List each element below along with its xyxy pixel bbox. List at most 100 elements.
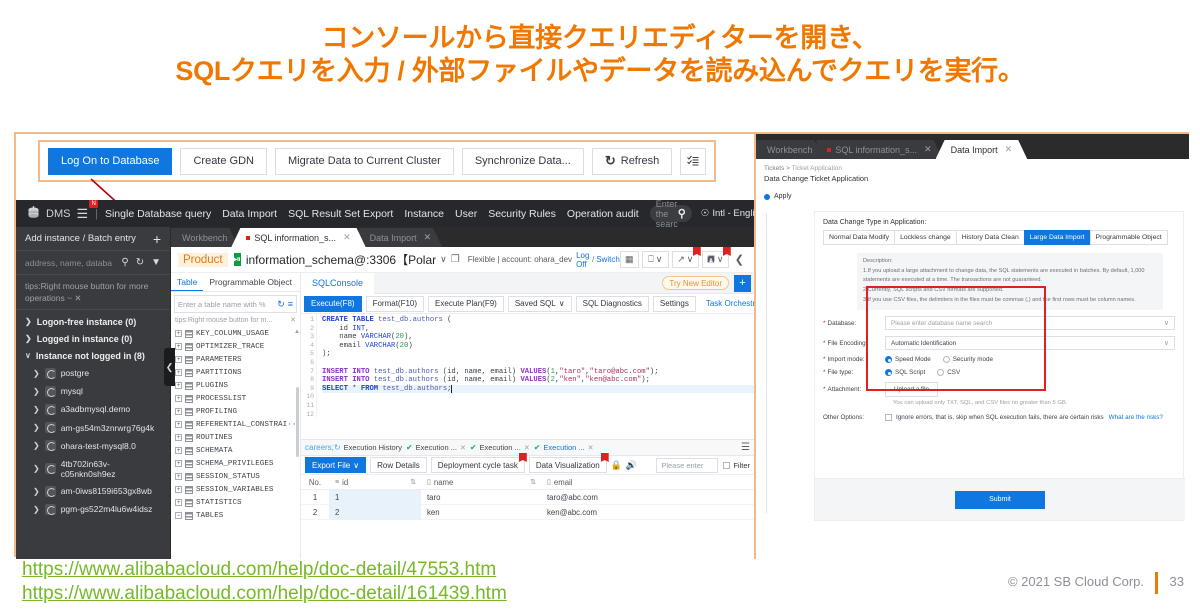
table-row[interactable]: 1 1 taro taro@abc.com <box>301 489 754 505</box>
tab-table[interactable]: Table <box>171 273 204 291</box>
close-icon[interactable]: ✕ <box>524 444 530 452</box>
table-row[interactable]: − TABLES <box>171 509 300 522</box>
submit-button[interactable]: Submit <box>955 490 1045 509</box>
result-filter-input[interactable]: Please enter <box>656 457 719 473</box>
doc-tab-data-import[interactable]: Data Import ✕ <box>359 228 443 247</box>
table-row[interactable]: + ROUTINES <box>171 431 300 444</box>
radio-csv[interactable]: CSV <box>937 369 960 376</box>
execute-button[interactable]: Execute(F8) <box>304 295 362 312</box>
table-row[interactable]: + KEY_COLUMN_USAGE <box>171 327 300 340</box>
database-select[interactable]: Please enter database name search ∨ <box>885 316 1175 330</box>
change-type-large-data-import[interactable]: Large Data Import <box>1023 230 1090 245</box>
doc-tab-sql-information-schema[interactable]: SQL information_s... ✕ <box>816 140 942 159</box>
plus-icon[interactable]: + <box>153 231 161 247</box>
sql-code-text[interactable]: CREATE TABLE test_db.authors ( id INT, n… <box>317 314 754 418</box>
chevron-down-icon[interactable]: ∨ <box>440 254 447 265</box>
sort-icon[interactable]: ⇅ <box>410 478 421 486</box>
table-row[interactable]: + SESSION_VARIABLES <box>171 483 300 496</box>
table-row[interactable]: + SESSION_STATUS <box>171 470 300 483</box>
format-button[interactable]: Format(F10) <box>365 295 425 312</box>
radio-speed-mode[interactable]: Speed Mode <box>885 356 931 363</box>
close-icon[interactable]: ✕ <box>924 144 932 155</box>
ignore-errors-checkbox[interactable]: Ignore errors, that is, skip when SQL ex… <box>885 414 1104 421</box>
monitor-icon-button[interactable]: ⎕ ∨ <box>641 251 669 268</box>
instance-group-not-logged-in[interactable]: ∨ Instance not logged in (8) <box>16 347 170 364</box>
upload-a-file-button[interactable]: Upload a file <box>885 382 939 397</box>
scroll-up-icon[interactable]: ▲ <box>294 329 300 335</box>
cell-id[interactable]: 1 <box>329 489 421 505</box>
close-icon[interactable]: ✕ <box>424 232 432 243</box>
cell-name[interactable]: taro <box>421 493 541 502</box>
table-row[interactable]: + OPTIMIZER_TRACE <box>171 340 300 353</box>
tab-execution-result-3[interactable]: ✔ Execution ... ✕ <box>534 443 594 452</box>
synchronize-data-button[interactable]: Synchronize Data... <box>461 147 584 175</box>
table-row[interactable]: + PARAMETERS <box>171 353 300 366</box>
expand-icon[interactable]: + <box>175 395 182 402</box>
tab-programmable-object[interactable]: Programmable Object <box>203 273 298 291</box>
doc-link-47553[interactable]: https://www.alibabacloud.com/help/doc-de… <box>22 558 507 582</box>
table-row[interactable]: + STATISTICS <box>171 496 300 509</box>
close-icon[interactable]: ✕ <box>343 232 351 243</box>
filter-checkbox[interactable]: Filter <box>723 461 750 470</box>
instance-item-am-gs54m3znrwrg76g4k[interactable]: ❯ am-gs54m3znrwrg76g4k <box>16 419 170 437</box>
collapse-icon[interactable]: − <box>175 512 182 519</box>
more-icon[interactable]: ☰ <box>741 442 750 453</box>
instance-item-mysql[interactable]: ❯ mysql <box>16 382 170 400</box>
table-row[interactable]: 2 2 ken ken@abc.com <box>301 504 754 520</box>
export-icon-button[interactable]: ↗ ∨ <box>671 247 701 268</box>
file-encoding-select[interactable]: Automatic Identification ∨ <box>885 336 1175 350</box>
refresh-button[interactable]: ↻ Refresh <box>591 147 673 175</box>
table-row[interactable]: + REFERENTIAL_CONSTRAI··· <box>171 418 300 431</box>
expand-icon[interactable]: + <box>175 447 182 454</box>
expand-icon[interactable]: + <box>175 382 182 389</box>
doc-link-161439[interactable]: https://www.alibabacloud.com/help/doc-de… <box>22 582 507 606</box>
expand-icon[interactable]: + <box>175 421 182 428</box>
breadcrumb-root[interactable]: Tickets <box>764 165 784 172</box>
migrate-data-button[interactable]: Migrate Data to Current Cluster <box>275 147 454 175</box>
nav-item-security-rules[interactable]: Security Rules <box>488 208 556 220</box>
expand-icon[interactable]: + <box>175 486 182 493</box>
doc-tab-sql-information-schema[interactable]: SQL information_s... ✕ <box>231 228 365 247</box>
sort-icon[interactable]: ⇅ <box>530 478 541 486</box>
doc-tab-workbench[interactable]: Workbench <box>756 140 823 159</box>
data-visualization-button[interactable]: Data Visualization <box>528 453 609 473</box>
search-icon[interactable]: ⚲ <box>121 257 128 268</box>
settings-button[interactable]: Settings <box>652 295 696 312</box>
instance-item-ohara-test-mysql8[interactable]: ❯ ohara-test-mysql8.0 <box>16 437 170 455</box>
log-off-link[interactable]: Log Off <box>576 251 590 269</box>
expand-icon[interactable]: + <box>175 356 182 363</box>
expand-icon[interactable]: + <box>175 343 182 350</box>
table-row[interactable]: + PARTITIONS <box>171 366 300 379</box>
change-type-lockless-change[interactable]: Lockless change <box>894 230 956 245</box>
radio-security-mode[interactable]: Security mode <box>942 356 993 363</box>
log-on-to-database-button[interactable]: Log On to Database <box>48 147 173 175</box>
save-icon-button[interactable]: 🖪 ∨ <box>701 247 731 268</box>
instance-item-postgre[interactable]: ❯ postgre <box>16 364 170 382</box>
cell-email[interactable]: taro@abc.com <box>541 493 754 502</box>
deployment-cycle-task-button[interactable]: Deployment cycle task <box>430 453 527 473</box>
cell-name[interactable]: ken <box>421 508 541 517</box>
instance-item-am-0iws8159i653gx8wb[interactable]: ❯ am-0iws8159i653gx8wb <box>16 482 170 500</box>
close-icon[interactable]: ✕ <box>460 444 466 452</box>
doc-tab-workbench[interactable]: Workbench <box>171 228 238 247</box>
close-icon[interactable]: ✕ <box>588 444 594 452</box>
change-type-history-data-clean[interactable]: History Data Clean <box>955 230 1024 245</box>
table-row[interactable]: + PROFILING <box>171 405 300 418</box>
nav-item-instance[interactable]: Instance <box>404 208 444 220</box>
expand-icon[interactable]: + <box>175 369 182 376</box>
column-settings-button[interactable] <box>680 147 707 175</box>
table-list-scrollbar[interactable] <box>296 387 299 457</box>
refresh-icon[interactable]: ↻ <box>277 299 285 310</box>
nav-item-data-import[interactable]: Data Import <box>222 208 277 220</box>
add-instance-row[interactable]: Add instance / Batch entry + <box>16 227 170 251</box>
list-icon[interactable]: ≡ <box>288 299 293 309</box>
cell-id[interactable]: 2 <box>329 504 421 520</box>
table-row[interactable]: + PLUGINS <box>171 379 300 392</box>
instance-group-logon-free[interactable]: ❯ Logon-free instance (0) <box>16 313 170 330</box>
what-are-the-risks-link[interactable]: What are the risks? <box>1109 414 1163 421</box>
close-icon[interactable]: ✕ <box>1005 144 1013 155</box>
expand-icon[interactable]: + <box>175 499 182 506</box>
try-new-editor-button[interactable]: Try New Editor <box>662 276 729 290</box>
close-icon[interactable]: ✕ <box>74 293 81 303</box>
change-type-normal-data-modify[interactable]: Normal Data Modify <box>823 230 895 245</box>
